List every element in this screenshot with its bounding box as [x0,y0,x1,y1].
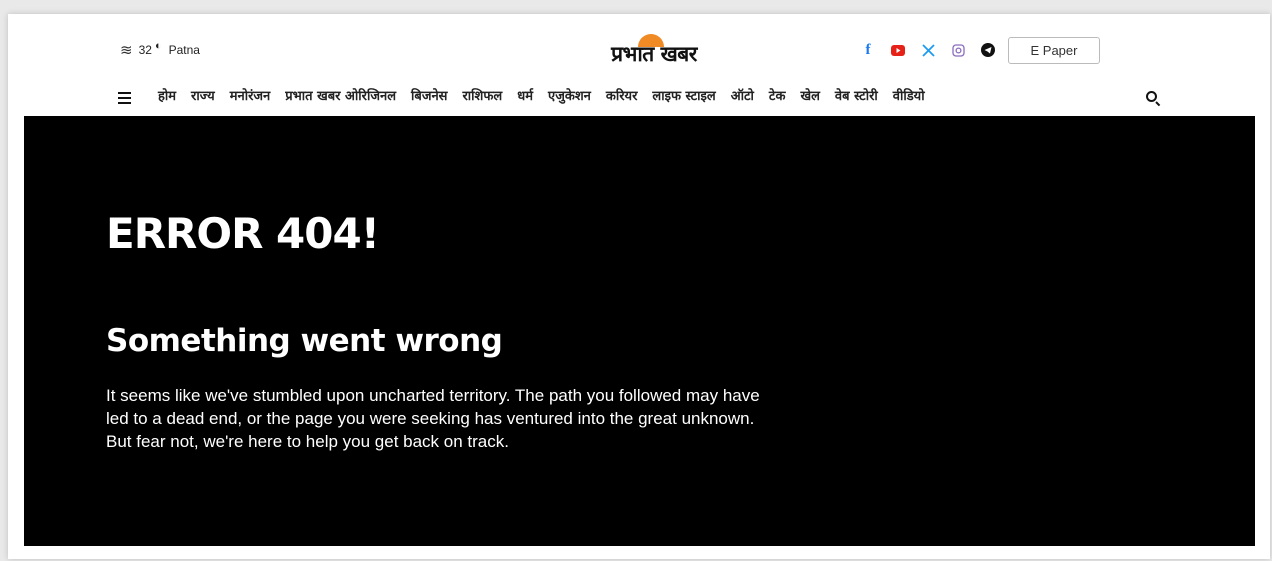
nav-item-home[interactable]: होम [158,86,176,104]
error-panel: ERROR 404! Something went wrong It seems… [24,116,1255,546]
telegram-icon[interactable] [980,42,996,58]
nav-item-state[interactable]: राज्य [191,86,215,104]
nav-item-originals[interactable]: प्रभात खबर ओरिजिनल [285,86,396,104]
nav-item-tech[interactable]: टेक [769,86,786,104]
error-title: ERROR 404! [106,209,380,258]
logo-text: प्रभात खबर [611,42,697,66]
haze-icon: ≋ [120,41,133,59]
nav-item-education[interactable]: एजुकेशन [548,86,591,104]
instagram-icon[interactable] [950,42,966,58]
moon-icon: ◐ [154,40,162,52]
nav-item-business[interactable]: बिजनेस [411,86,447,104]
search-icon[interactable] [1145,90,1161,107]
error-heading: Something went wrong [106,323,503,359]
nav-item-entertainment[interactable]: मनोरंजन [230,86,271,104]
error-message: It seems like we've stumbled upon unchar… [106,386,760,451]
nav-item-sports[interactable]: खेल [800,86,819,104]
site-logo[interactable]: प्रभात खबर [594,32,714,72]
nav-item-video[interactable]: वीडियो [893,86,925,104]
youtube-icon[interactable] [890,42,906,58]
epaper-button[interactable]: E Paper [1008,37,1100,64]
nav-item-religion[interactable]: धर्म [517,86,533,104]
main-nav: होम राज्य मनोरंजन प्रभात खबर ओरिजिनल बिज… [8,84,1270,116]
city-name: Patna [168,43,200,57]
hamburger-menu-icon[interactable] [118,88,134,106]
browser-page: ≋ 32 ◐ Patna प्रभात खबर f E Paper होम रा… [8,14,1270,559]
weather-widget: ≋ 32 ◐ Patna [120,40,200,60]
temperature: 32 [138,43,152,57]
facebook-icon[interactable]: f [860,42,876,58]
x-icon[interactable] [920,42,936,58]
nav-item-lifestyle[interactable]: लाइफ स्टाइल [652,86,715,104]
nav-item-horoscope[interactable]: राशिफल [462,86,502,104]
nav-item-career[interactable]: करियर [606,86,638,104]
social-links: f [860,40,996,60]
nav-item-web-story[interactable]: वेब स्टोरी [835,86,878,104]
nav-item-auto[interactable]: ऑटो [731,86,754,104]
nav-items: होम राज्य मनोरंजन प्रभात खबर ओरिजिनल बिज… [158,84,925,106]
top-bar: ≋ 32 ◐ Patna प्रभात खबर f E Paper [8,14,1270,84]
